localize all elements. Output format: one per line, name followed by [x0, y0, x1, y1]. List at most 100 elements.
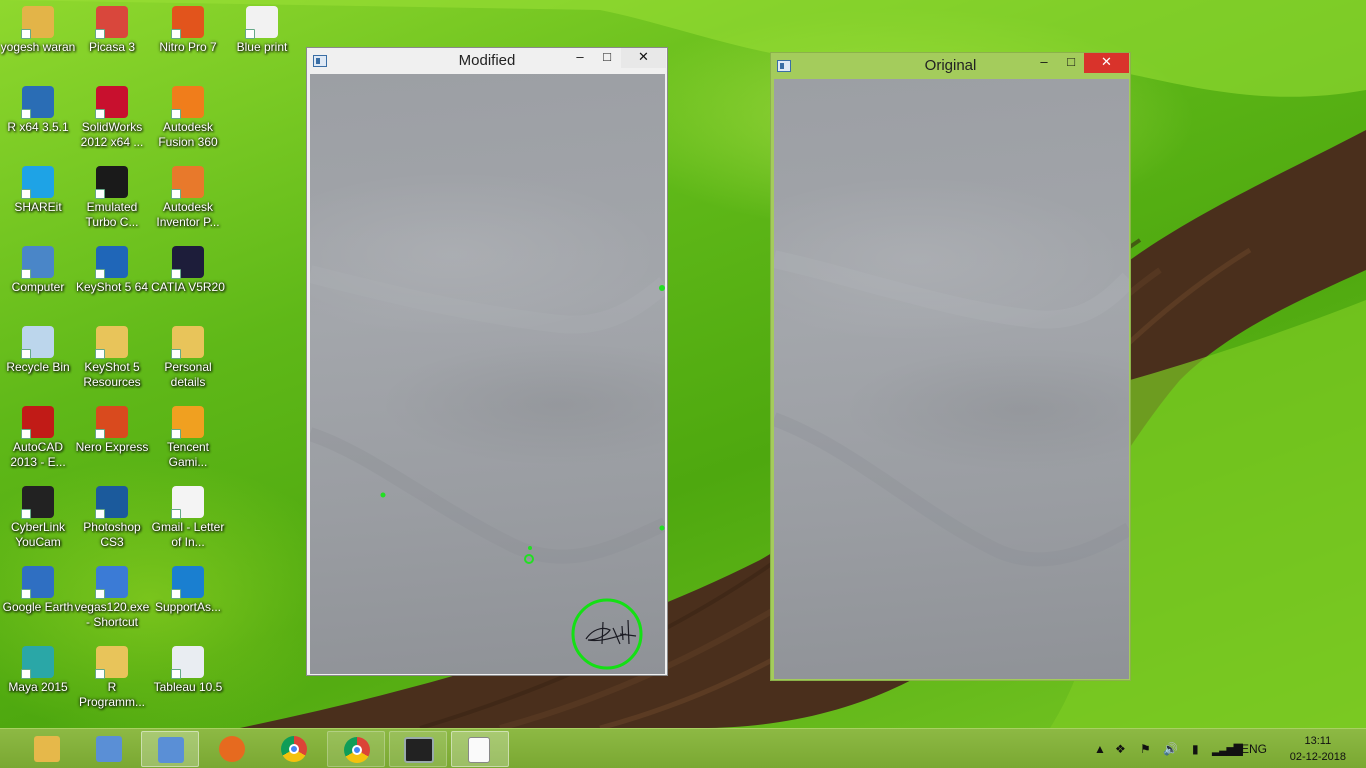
tableau-icon — [171, 646, 204, 679]
desktop-icon[interactable]: vegas120.exe - Shortcut — [74, 566, 150, 630]
desktop-icon[interactable]: Picasa 3 — [74, 6, 150, 55]
folder-user-icon — [21, 6, 54, 39]
support-assist-icon — [171, 566, 204, 599]
keypoint-marker — [659, 525, 665, 531]
folder-icon — [95, 326, 128, 359]
desktop-icon-label: Personal details — [164, 360, 212, 389]
taskbar-button-chrome-1[interactable] — [265, 731, 323, 767]
desktop-icon-label: Google Earth — [2, 600, 74, 614]
folder-icon — [171, 326, 204, 359]
desktop-icon-label: Nero Express — [75, 440, 149, 454]
taskbar-button-app-3[interactable] — [141, 731, 199, 767]
minimize-button[interactable]: – — [1031, 53, 1057, 73]
desktop-icon[interactable]: Maya 2015 — [0, 646, 76, 695]
modified-image-canvas[interactable] — [307, 74, 671, 674]
desktop-icon-label: Recycle Bin — [6, 360, 70, 374]
taskbar-button-notepad[interactable] — [451, 731, 509, 767]
desktop-icon-label: R x64 3.5.1 — [7, 120, 69, 134]
desktop-icon-label: Autodesk Inventor P... — [156, 200, 220, 229]
taskbar-clock[interactable]: 13:11 02-12-2018 — [1290, 733, 1346, 765]
nitro-pro-icon — [171, 6, 204, 39]
desktop-icon[interactable]: Photoshop CS3 — [74, 486, 150, 550]
modified-window: Modified – □ ✕ — [306, 47, 671, 676]
battery-icon[interactable]: ▮ — [1192, 729, 1199, 768]
desktop-icon[interactable]: Computer — [0, 246, 76, 295]
desktop-icon-label: KeyShot 5 64 — [75, 280, 149, 294]
desktop-icon[interactable]: yogesh waran — [0, 6, 76, 55]
app-window-icon[interactable] — [313, 55, 327, 67]
window-title: Modified — [458, 52, 516, 69]
desktop-icon[interactable]: R Programm... — [74, 646, 150, 710]
desktop-icon-label: vegas120.exe - Shortcut — [74, 600, 150, 629]
r-language-icon — [21, 86, 54, 119]
app-icon — [96, 736, 122, 762]
desktop-icon[interactable]: KeyShot 5 64 — [74, 246, 150, 295]
app-window-icon[interactable] — [777, 60, 791, 72]
youcam-icon — [21, 486, 54, 519]
desktop-icon[interactable]: Personal details — [150, 326, 226, 390]
close-button[interactable]: ✕ — [621, 48, 666, 68]
file-explorer-icon — [34, 736, 60, 762]
desktop-icon-label: Gmail - Letter of In... — [151, 520, 225, 549]
desktop-icon[interactable]: Tencent Gami... — [150, 406, 226, 470]
desktop-icon-label: Tableau 10.5 — [153, 680, 223, 694]
taskbar-button-file-explorer[interactable] — [18, 731, 76, 767]
catia-icon — [171, 246, 204, 279]
desktop-icon[interactable]: Google Earth — [0, 566, 76, 615]
original-window-titlebar[interactable]: Original – □ ✕ — [771, 53, 1130, 79]
desktop-icon[interactable]: Tableau 10.5 — [150, 646, 226, 695]
maximize-button[interactable]: □ — [1058, 53, 1084, 73]
volume-icon[interactable]: 🔊 — [1163, 729, 1178, 768]
desktop-icon[interactable]: SupportAs... — [150, 566, 226, 615]
tencent-gaming-icon — [171, 406, 204, 439]
recycle-bin-icon — [21, 326, 54, 359]
desktop-icon[interactable]: Autodesk Fusion 360 — [150, 86, 226, 150]
desktop-icon[interactable]: Autodesk Inventor P... — [150, 166, 226, 230]
taskbar-button-app-2[interactable] — [80, 731, 138, 767]
original-image-canvas[interactable] — [771, 79, 1136, 679]
solidworks-icon — [95, 86, 128, 119]
notepad-icon — [468, 737, 490, 763]
keypoint-marker — [528, 546, 532, 550]
taskbar-button-command-prompt[interactable] — [389, 731, 447, 767]
desktop-icon[interactable]: CyberLink YouCam — [0, 486, 76, 550]
desktop-icon-label: KeyShot 5 Resources — [83, 360, 141, 389]
desktop-icon[interactable]: Gmail - Letter of In... — [150, 486, 226, 550]
taskbar-button-chrome-2[interactable] — [327, 731, 385, 767]
desktop-icon-label: AutoCAD 2013 - E... — [10, 440, 66, 469]
chrome-icon — [281, 736, 307, 762]
modified-window-titlebar[interactable]: Modified – □ ✕ — [307, 48, 667, 74]
desktop-icon[interactable]: Nitro Pro 7 — [150, 6, 226, 55]
picasa-icon — [95, 6, 128, 39]
original-window: Original – □ ✕ — [770, 52, 1136, 681]
desktop-icon[interactable]: R x64 3.5.1 — [0, 86, 76, 135]
show-hidden-icons-button[interactable]: ▲ — [1094, 729, 1106, 768]
desktop-icon-label: Tencent Gami... — [166, 440, 210, 469]
taskbar-button-firefox[interactable] — [203, 731, 261, 767]
desktop-icon[interactable]: CATIA V5R20 — [150, 246, 226, 295]
desktop-icon-label: Photoshop CS3 — [83, 520, 141, 549]
maya-icon — [21, 646, 54, 679]
firefox-icon — [219, 736, 245, 762]
action-center-flag-icon[interactable]: ⚑ — [1140, 729, 1151, 768]
keypoint-marker — [380, 492, 386, 498]
desktop-icon[interactable]: Recycle Bin — [0, 326, 76, 375]
dropbox-icon[interactable]: ❖ — [1115, 729, 1126, 768]
desktop-icon[interactable]: SolidWorks 2012 x64 ... — [74, 86, 150, 150]
network-signal-icon[interactable]: ▂▃▅▇ — [1212, 729, 1243, 768]
desktop-icon[interactable]: Emulated Turbo C... — [74, 166, 150, 230]
desktop-icon-label: Nitro Pro 7 — [159, 40, 217, 54]
minimize-button[interactable]: – — [567, 48, 593, 68]
maximize-button[interactable]: □ — [594, 48, 620, 68]
desktop-icon[interactable]: SHAREit — [0, 166, 76, 215]
language-indicator[interactable]: ENG — [1241, 729, 1267, 768]
pdf-icon — [171, 486, 204, 519]
inventor-icon — [171, 166, 204, 199]
desktop-icon[interactable]: Nero Express — [74, 406, 150, 455]
close-button[interactable]: ✕ — [1084, 53, 1129, 73]
desktop-icon[interactable]: AutoCAD 2013 - E... — [0, 406, 76, 470]
desktop-icon[interactable]: Blue print — [224, 6, 300, 55]
desktop-icon[interactable]: KeyShot 5 Resources — [74, 326, 150, 390]
desktop-icon-label: Maya 2015 — [8, 680, 68, 694]
window-title: Original — [924, 57, 977, 74]
